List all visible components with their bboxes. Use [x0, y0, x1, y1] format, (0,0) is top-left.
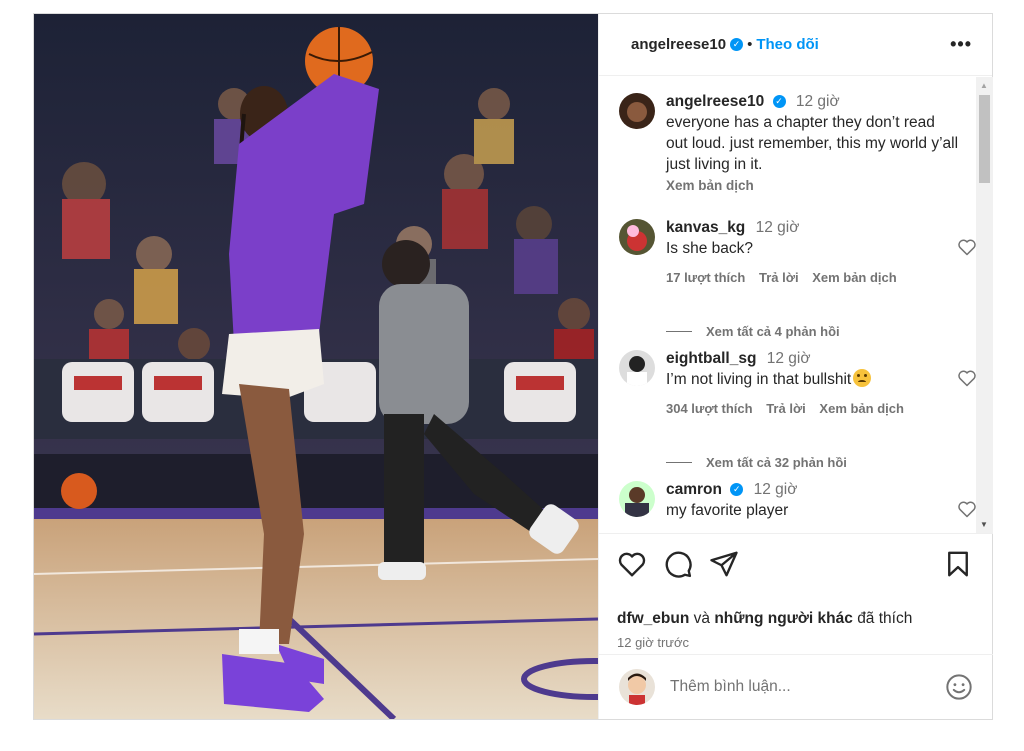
likes-suffix: đã thích	[857, 610, 913, 627]
like-heart-icon[interactable]	[957, 368, 977, 388]
save-bookmark-icon[interactable]	[943, 549, 973, 579]
verified-badge-icon: ✓	[730, 38, 744, 51]
comment-text: I’m not living in that bullshit	[666, 371, 852, 388]
caption-text: everyone has a chapter they don’t read o…	[666, 114, 959, 173]
comment-username[interactable]: kanvas_kg	[666, 219, 745, 236]
avatar[interactable]	[619, 219, 655, 255]
post-photo[interactable]	[34, 14, 598, 719]
comment-bubble-icon[interactable]	[663, 549, 693, 579]
frowning-face-emoji-icon	[853, 369, 872, 387]
comment-text: Is she back?	[666, 240, 754, 257]
current-user-avatar	[619, 669, 655, 705]
likes-others-link[interactable]: những người khác	[714, 610, 853, 627]
follow-button[interactable]: Theo dõi	[756, 36, 819, 53]
caption-translate-link[interactable]: Xem bản dịch	[666, 175, 959, 196]
avatar[interactable]	[619, 350, 655, 386]
translate-link[interactable]: Xem bản dịch	[812, 270, 897, 285]
verified-badge-icon: ✓	[730, 483, 744, 497]
post-actions: dfw_ebun và những người khác đã thích 12…	[599, 533, 993, 653]
comment-likes[interactable]: 304 lượt thích	[666, 401, 753, 416]
comment-item: kanvas_kg 12 giờ Is she back? 17 lượt th…	[619, 217, 976, 288]
scroll-down-arrow-icon[interactable]: ▼	[980, 520, 988, 529]
post-dialog: angelreese10 ✓ • Theo dõi ••• angelreese…	[33, 13, 993, 720]
comments-scrollbar[interactable]: ▲ ▼	[976, 77, 993, 533]
likes-summary: dfw_ebun và những người khác đã thích	[617, 610, 912, 628]
liker-username[interactable]: dfw_ebun	[617, 610, 689, 627]
comment-time[interactable]: 12 giờ	[754, 481, 798, 498]
post-side-panel: angelreese10 ✓ • Theo dõi ••• angelreese…	[598, 14, 993, 719]
emoji-picker-icon[interactable]	[945, 673, 973, 701]
view-replies-label: Xem tất cả 4 phản hồi	[706, 324, 840, 339]
like-heart-icon[interactable]	[617, 549, 647, 579]
reply-button[interactable]: Trả lời	[766, 401, 806, 416]
comment-text: my favorite player	[666, 502, 789, 519]
comment-item: eightball_sg 12 giờ I’m not living in th…	[619, 348, 976, 419]
avatar[interactable]	[619, 93, 655, 129]
comment-username[interactable]: eightball_sg	[666, 350, 756, 367]
like-heart-icon[interactable]	[957, 499, 977, 519]
post-header: angelreese10 ✓ • Theo dõi •••	[599, 14, 992, 76]
basketball-player-photo	[34, 14, 598, 719]
add-comment-bar: Thêm bình luận...	[599, 654, 993, 719]
share-send-icon[interactable]	[709, 549, 739, 579]
comment-likes[interactable]: 17 lượt thích	[666, 270, 745, 285]
view-replies-button[interactable]: Xem tất cả 4 phản hồi	[666, 324, 840, 339]
separator-dot: •	[747, 36, 753, 53]
comment-username[interactable]: camron	[666, 481, 722, 498]
verified-badge-icon: ✓	[772, 95, 786, 109]
comment-time[interactable]: 12 giờ	[756, 219, 800, 236]
translate-link[interactable]: Xem bản dịch	[819, 401, 904, 416]
view-replies-label: Xem tất cả 32 phản hồi	[706, 455, 847, 470]
caption: angelreese10 ✓ 12 giờ everyone has a cha…	[619, 91, 959, 196]
like-heart-icon[interactable]	[957, 237, 977, 257]
view-replies-button[interactable]: Xem tất cả 32 phản hồi	[666, 455, 847, 470]
caption-time[interactable]: 12 giờ	[796, 93, 840, 110]
more-options-icon[interactable]: •••	[950, 34, 972, 55]
comment-time[interactable]: 12 giờ	[767, 350, 811, 367]
author-username[interactable]: angelreese10	[631, 36, 726, 53]
reply-button[interactable]: Trả lời	[759, 270, 799, 285]
scrollbar-thumb[interactable]	[979, 95, 990, 183]
likes-connector: và	[693, 610, 711, 627]
comments-list[interactable]: angelreese10 ✓ 12 giờ everyone has a cha…	[599, 77, 993, 533]
avatar[interactable]	[619, 481, 655, 517]
scroll-up-arrow-icon[interactable]: ▲	[980, 81, 988, 90]
comment-input[interactable]: Thêm bình luận...	[670, 678, 791, 696]
caption-username[interactable]: angelreese10	[666, 93, 764, 110]
post-timestamp[interactable]: 12 giờ trước	[617, 635, 689, 650]
comment-item: camron ✓ 12 giờ my favorite player	[619, 479, 976, 521]
